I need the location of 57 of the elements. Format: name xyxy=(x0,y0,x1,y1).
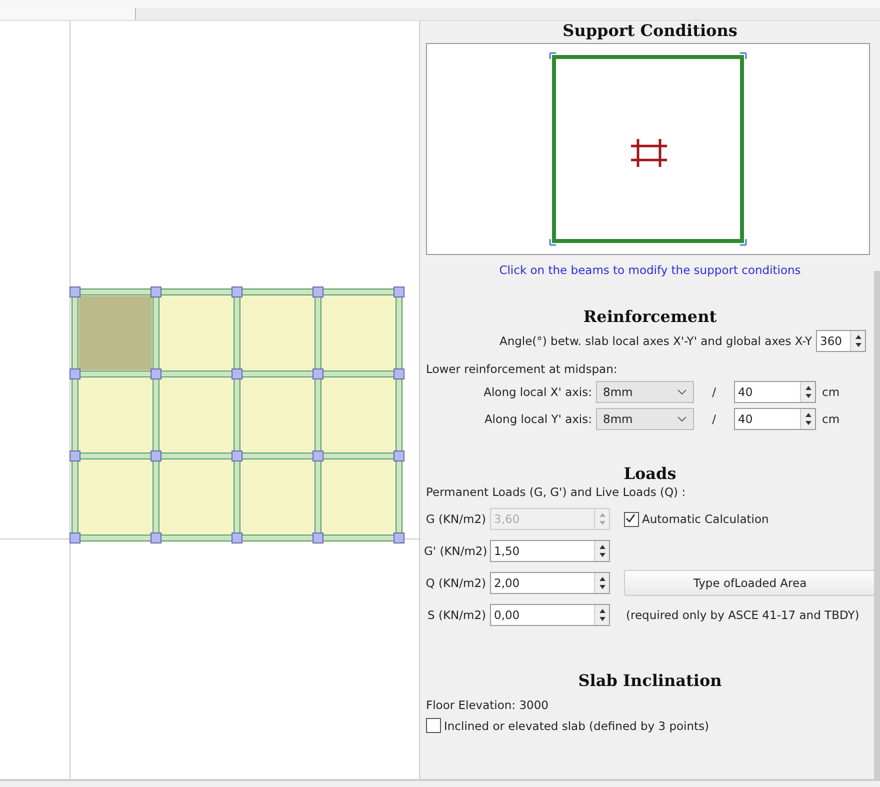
slab[interactable] xyxy=(241,460,314,534)
spin-buttons[interactable] xyxy=(800,382,815,402)
spin-buttons[interactable] xyxy=(850,331,865,351)
checkbox[interactable] xyxy=(624,512,639,526)
drawing-canvas[interactable] xyxy=(0,21,420,779)
spin-buttons[interactable] xyxy=(594,573,609,593)
unit-label: cm xyxy=(821,412,841,426)
hint-text: Click on the beams to modify the support conditions xyxy=(498,263,802,277)
field-label: G (KN/m2) xyxy=(424,512,486,526)
scrollbar[interactable] xyxy=(874,271,880,781)
field-label: S (KN/m2) xyxy=(426,608,486,622)
field-label: Q (KN/m2) xyxy=(424,576,486,590)
spacing-field[interactable]: 40 xyxy=(734,408,816,430)
spin-buttons[interactable] xyxy=(594,605,609,625)
tab[interactable] xyxy=(0,8,136,20)
slab[interactable] xyxy=(241,296,314,370)
field-label: Permanent Loads (G, G') and Live Loads (Q) : xyxy=(426,485,687,499)
section-title: Loads xyxy=(622,464,678,483)
field-label: Angle(°) betw. slab local axes X'-Y' and global axes X-Y xyxy=(499,334,812,348)
slab[interactable] xyxy=(322,296,395,370)
load-field[interactable]: 2,00 xyxy=(490,572,610,594)
slab[interactable] xyxy=(79,296,152,370)
field-label: Along local Y' axis: xyxy=(483,412,593,426)
field-label: Along local X' axis: xyxy=(482,385,593,399)
bar-dropdown[interactable]: 8mm xyxy=(596,408,694,430)
checkbox-label: Automatic Calculation xyxy=(642,512,769,526)
separator-text: / xyxy=(711,385,717,399)
angle-field[interactable]: 360 xyxy=(816,330,866,352)
spin-buttons[interactable] xyxy=(800,409,815,429)
separator-text: / xyxy=(711,412,717,426)
checkbox-label: Inclined or elevated slab (defined by 3 points) xyxy=(444,718,710,732)
field-label: G' (KN/m2) xyxy=(424,544,486,558)
spacing-field[interactable]: 40 xyxy=(734,381,816,403)
field-label: Lower reinforcement at midspan: xyxy=(426,362,618,376)
section-title: Reinforcement xyxy=(582,307,718,326)
section-title: Support Conditions xyxy=(562,21,738,40)
chevron-icon xyxy=(677,416,687,422)
note-text: (required only by ASCE 41-17 and TBDY) xyxy=(626,608,860,622)
slab[interactable] xyxy=(79,378,152,452)
bar-dropdown[interactable]: 8mm xyxy=(596,381,694,403)
slab[interactable] xyxy=(160,296,233,370)
load-field[interactable]: 0,00 xyxy=(490,604,610,626)
slab[interactable] xyxy=(241,378,314,452)
unit-label: cm xyxy=(821,385,841,399)
elevation-text: Floor Elevation: 3000 xyxy=(426,698,550,712)
loaded-area-button[interactable]: Type ofLoaded Area xyxy=(624,570,876,596)
spin-buttons[interactable] xyxy=(594,541,609,561)
load-field[interactable]: 1,50 xyxy=(490,540,610,562)
slab[interactable] xyxy=(322,378,395,452)
checkbox[interactable] xyxy=(426,718,441,733)
slab[interactable] xyxy=(160,378,233,452)
chevron-icon xyxy=(677,389,687,395)
slab[interactable] xyxy=(160,460,233,534)
section-title: Slab Inclination xyxy=(577,671,723,690)
slab[interactable] xyxy=(79,460,152,534)
slab[interactable] xyxy=(322,460,395,534)
preview-panel[interactable] xyxy=(426,43,870,255)
